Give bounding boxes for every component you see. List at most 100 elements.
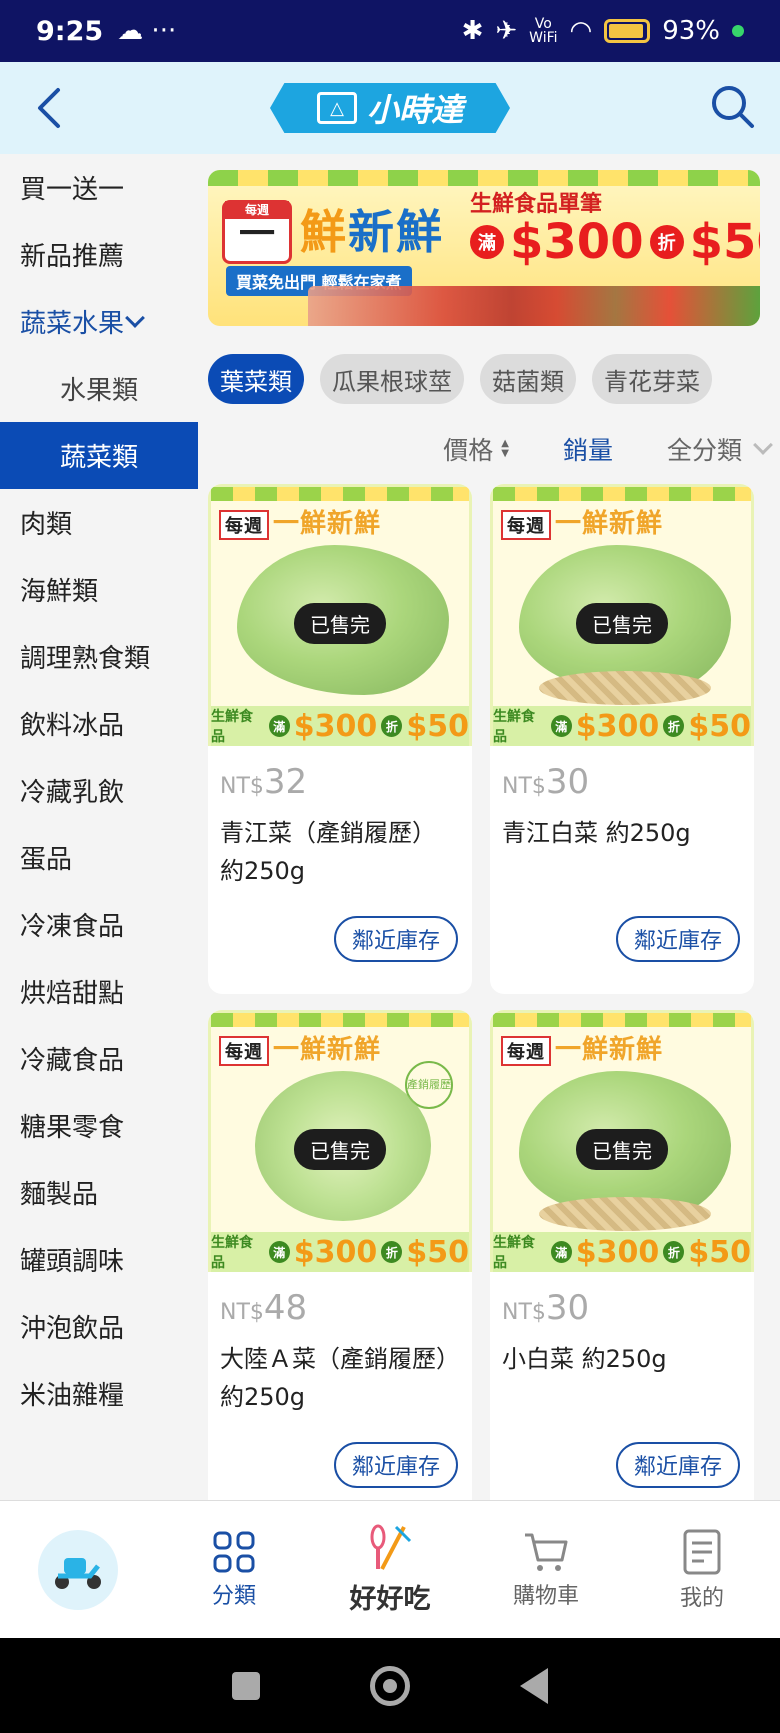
card-banner-title-text: 一鮮新鮮 [555,509,664,539]
nav-mine-label: 我的 [679,1585,724,1611]
tab-broccoli-sprouts[interactable]: 青花芽菜 [592,354,712,404]
promo-off-badge: 折 [649,225,684,259]
wifi-icon: ◠ [569,16,593,46]
tab-melon-root[interactable]: 瓜果根球莖 [320,354,464,404]
sort-price-label: 價格 [443,436,494,465]
nav-mine[interactable]: 我的 [624,1501,780,1639]
weekly-label: 每週 [225,201,289,219]
nav-haohaochi[interactable]: 好好吃 [312,1501,468,1639]
price-currency: NT$ [220,774,264,799]
sidebar-item-label: 冷凍食品 [20,912,125,942]
sidebar-item-seafood[interactable]: 海鮮類 [0,556,198,623]
card-banner-title: 每週 一鮮新鮮 [501,1029,663,1066]
search-button[interactable] [708,82,756,130]
card-banner-title: 每週 一鮮新鮮 [501,503,663,540]
privacy-indicator-dot [732,25,744,37]
nav-cart[interactable]: 購物車 [468,1501,624,1639]
card-banner-title: 每週 一鮮新鮮 [219,503,381,540]
sidebar-item-label: 蔬菜水果 [20,309,125,339]
promo-banner[interactable]: 每週一 鮮新鮮 買菜免出門 輕鬆在家煮 生鮮食品單筆 滿 $300 折 $50 [208,170,760,326]
sidebar-item-veg-fruit[interactable]: 蔬菜水果 [0,288,198,355]
strip-amount-threshold: $300 [575,708,660,744]
nearby-stock-button[interactable]: 鄰近庫存 [333,1442,458,1488]
scooter-icon [38,1529,118,1610]
card-promo-strip: 生鮮食品滿 $300 折 $50 [493,1232,751,1272]
card-promo-strip: 生鮮食品滿 $300 折 $50 [211,706,469,746]
strip-amount-discount: $50 [406,708,469,744]
sidebar-item-bakery[interactable]: 烘焙甜點 [0,958,198,1025]
nearby-stock-button[interactable]: 鄰近庫存 [333,916,458,962]
sidebar-item-label: 冷藏食品 [20,1046,125,1076]
strip-full-badge: 滿 [268,1241,290,1263]
status-icons: ✱ ✈ Vo WiFi ◠ 93% [462,16,744,46]
nav-category-label: 分類 [211,1583,256,1609]
sidebar-item-chilled-dairy[interactable]: 冷藏乳飲 [0,757,198,824]
sidebar-item-new[interactable]: 新品推薦 [0,221,198,288]
sidebar-item-eggs[interactable]: 蛋品 [0,824,198,891]
home-button[interactable] [370,1665,410,1706]
strip-off-badge: 折 [663,715,685,737]
category-sidebar: 買一送一 新品推薦 蔬菜水果 水果類 蔬菜類 肉類 海鮮類 調理熟食類 飲料冰品… [0,154,198,1500]
product-card[interactable]: 每週 一鮮新鮮 已售完 生鮮食品滿 $300 折 $50 NT$30 青江白菜 約250… [490,484,754,994]
nav-category[interactable]: 分類 [156,1501,312,1639]
back-button[interactable] [28,84,72,132]
sort-price[interactable]: 價格 ▲ ▼ [443,431,509,467]
strip-off-badge: 折 [381,715,403,737]
card-banner-title-text: 一鮮新鮮 [273,1035,382,1065]
card-scallop [493,487,751,501]
sidebar-subitem-fruit[interactable]: 水果類 [0,355,198,422]
sidebar-item-noodles[interactable]: 麵製品 [0,1159,198,1226]
tab-leafy[interactable]: 葉菜類 [208,354,304,404]
nearby-stock-button[interactable]: 鄰近庫存 [615,1442,740,1488]
card-weekly-label: 每週 [501,509,551,540]
sidebar-item-chilled-food[interactable]: 冷藏食品 [0,1025,198,1092]
product-card[interactable]: 每週 一鮮新鮮 產銷履歷 已售完 生鮮食品滿 $300 折 $50 NT$48 大陸Ａ菜… [208,1010,472,1500]
sidebar-item-label: 麵製品 [20,1180,99,1210]
sidebar-item-label: 糖果零食 [20,1113,125,1143]
sidebar-item-frozen[interactable]: 冷凍食品 [0,891,198,958]
sort-sales-label: 銷量 [562,436,613,465]
nearby-stock-button[interactable]: 鄰近庫存 [615,916,740,962]
sidebar-item-instant-drinks[interactable]: 沖泡飲品 [0,1293,198,1360]
nav-haohaochi-label: 好好吃 [349,1584,431,1615]
strip-label: 生鮮食品 [493,709,535,745]
banner-scallop [208,170,760,186]
sidebar-item-bogo[interactable]: 買一送一 [0,154,198,221]
status-time: 9:25 [36,15,104,47]
sort-category-label: 全分類 [666,436,742,465]
price-amount: 48 [263,1288,308,1328]
strip-amount-threshold: $300 [293,708,378,744]
sidebar-item-drinks-ice[interactable]: 飲料冰品 [0,690,198,757]
product-name: 青江菜（產銷履歷） 約250g [220,819,436,885]
sidebar-item-label: 冷藏乳飲 [20,778,125,808]
subcategory-tabs: 葉菜類 瓜果根球莖 菇菌類 青花芽菜 [208,354,712,404]
sidebar-item-label: 蔬菜類 [60,443,139,473]
sidebar-subitem-vegetable[interactable]: 蔬菜類 [0,422,198,489]
logo-mark-icon: △ [316,92,357,124]
weekly-calendar-icon: 每週一 [222,200,292,264]
sort-sales[interactable]: 銷量 [563,431,613,467]
sidebar-item-prepared[interactable]: 調理熟食類 [0,623,198,690]
product-card[interactable]: 每週 一鮮新鮮 已售完 生鮮食品滿 $300 折 $50 NT$30 小白菜 約250g… [490,1010,754,1500]
sort-category-dropdown[interactable]: 全分類 [666,431,773,467]
price-currency: NT$ [502,774,546,799]
product-card[interactable]: 每週 一鮮新鮮 已售完 生鮮食品滿 $300 折 $50 NT$32 青江菜（產銷履歷）… [208,484,472,994]
price-currency: NT$ [220,1300,264,1325]
sidebar-item-snacks[interactable]: 糖果零食 [0,1092,198,1159]
recents-button[interactable] [232,1671,260,1700]
back-triangle-button[interactable] [520,1667,548,1704]
price-amount: 32 [263,762,308,802]
sidebar-item-grains[interactable]: 米油雜糧 [0,1360,198,1427]
app-header: △ 小時達 [0,62,780,154]
tab-mushroom[interactable]: 菇菌類 [480,354,576,404]
sidebar-item-canned[interactable]: 罐頭調味 [0,1226,198,1293]
sidebar-item-meat[interactable]: 肉類 [0,489,198,556]
strip-off-badge: 折 [381,1241,403,1263]
nav-delivery[interactable] [0,1501,156,1639]
banner-headline-rest: 新鮮 [348,205,444,259]
airplane-icon: ✈ [495,16,518,46]
sidebar-item-label: 調理熟食類 [20,644,151,674]
promo-amount-discount: $50 [689,214,760,270]
product-name: 大陸Ａ菜（產銷履歷） 約250g [220,1345,460,1411]
product-price: NT$30 [502,1288,589,1328]
